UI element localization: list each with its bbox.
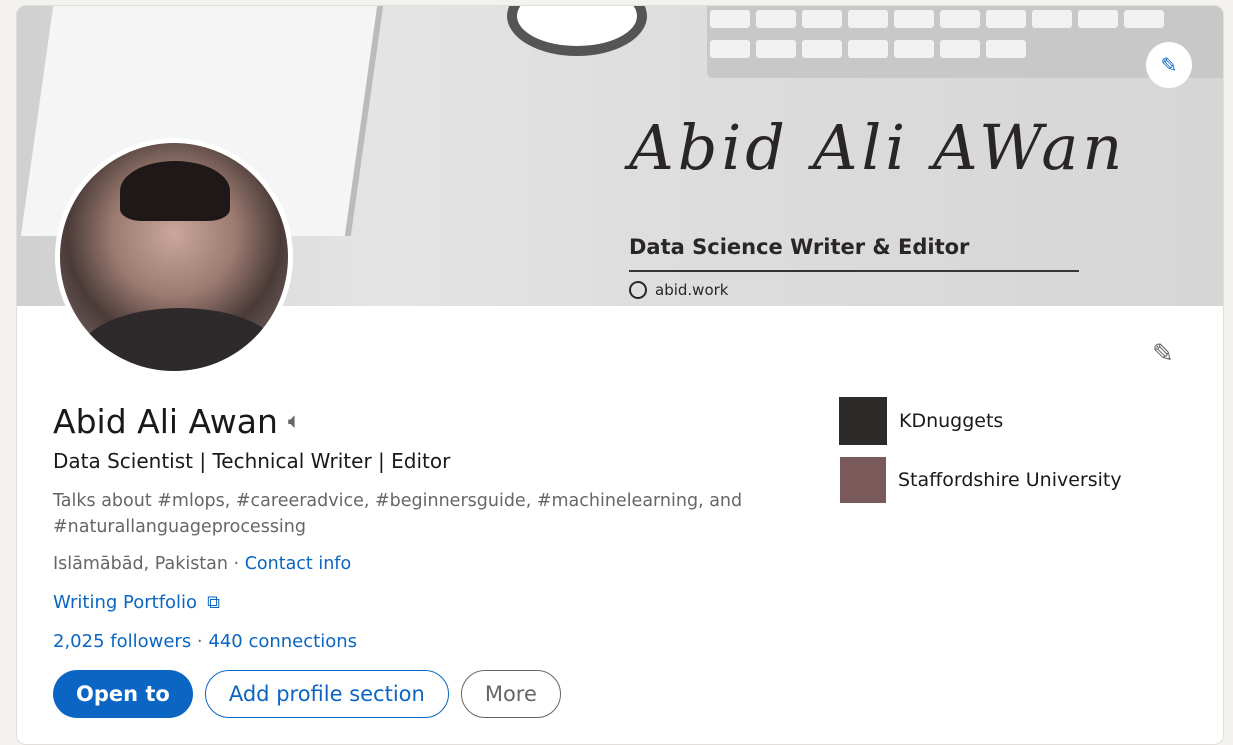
globe-icon xyxy=(629,281,647,299)
edit-intro-button[interactable]: ✎ xyxy=(1152,339,1174,369)
staffordshire-logo xyxy=(840,457,886,503)
open-to-button[interactable]: Open to xyxy=(53,670,193,718)
banner-divider xyxy=(629,270,1079,272)
org-name: Staffordshire University xyxy=(898,469,1122,491)
talks-about: Talks about #mlops, #careeradvice, #begi… xyxy=(53,491,743,537)
banner-title: Data Science Writer & Editor xyxy=(629,235,970,259)
profile-headline: Data Scientist | Technical Writer | Edit… xyxy=(53,449,451,473)
banner-website: abid.work xyxy=(629,281,728,299)
profile-name: Abid Ali Awan xyxy=(53,402,278,441)
location: Islāmābād, Pakistan xyxy=(53,554,228,574)
banner-signature: Abid Ali AWan xyxy=(629,111,1127,184)
separator: · xyxy=(227,554,245,574)
org-item-staffordshire[interactable]: Staffordshire University xyxy=(839,457,1122,503)
org-name: KDnuggets xyxy=(899,410,1004,432)
speaker-icon[interactable]: 🔈︎ xyxy=(288,409,301,434)
cup-graphic xyxy=(507,6,647,56)
profile-card: Abid Ali AWan Data Science Writer & Edit… xyxy=(16,5,1224,745)
org-list: KDnuggets Staffordshire University xyxy=(839,397,1122,515)
contact-info-link[interactable]: Contact info xyxy=(245,554,351,574)
external-link-icon[interactable]: ⧉ xyxy=(207,592,220,613)
action-buttons: Open to Add profile section More xyxy=(53,670,561,718)
kdnuggets-logo xyxy=(839,397,887,445)
network-stats: 2,025 followers · 440 connections xyxy=(53,631,357,652)
add-profile-section-button[interactable]: Add profile section xyxy=(204,670,449,718)
portfolio-row: Writing Portfolio ⧉ xyxy=(53,592,220,613)
pencil-icon: ✎ xyxy=(1160,53,1178,77)
separator: · xyxy=(191,631,209,652)
profile-name-row: Abid Ali Awan 🔈︎ xyxy=(53,402,301,441)
org-item-kdnuggets[interactable]: KDnuggets xyxy=(839,397,1122,445)
location-row: Islāmābād, Pakistan · Contact info xyxy=(53,554,351,574)
more-button[interactable]: More xyxy=(460,670,561,718)
portfolio-link[interactable]: Writing Portfolio xyxy=(53,592,197,613)
pencil-icon: ✎ xyxy=(1152,339,1174,369)
avatar[interactable] xyxy=(55,138,293,376)
edit-cover-button[interactable]: ✎ xyxy=(1146,42,1192,88)
banner-website-text: abid.work xyxy=(655,281,729,299)
connections-link[interactable]: 440 connections xyxy=(208,631,357,652)
followers-link[interactable]: 2,025 followers xyxy=(53,631,191,652)
